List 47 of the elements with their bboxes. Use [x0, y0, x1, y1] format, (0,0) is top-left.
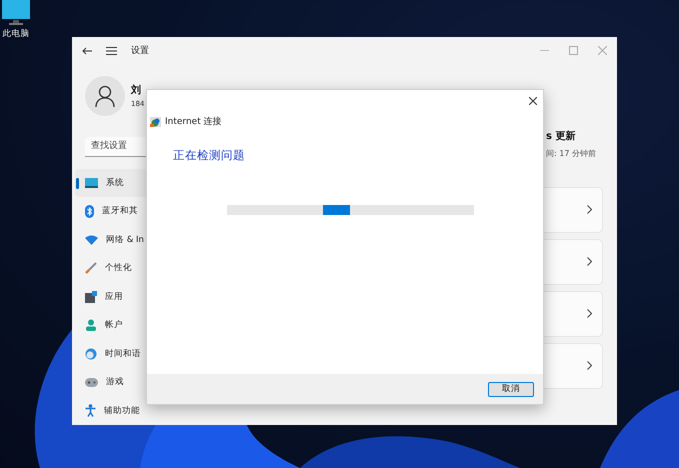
nav-label: 应用 — [105, 290, 123, 303]
dialog-title: Internet 连接 — [165, 116, 222, 128]
nav-label: 帐户 — [105, 319, 123, 332]
cancel-button[interactable]: 取消 — [488, 382, 534, 396]
nav-label: 游戏 — [106, 376, 124, 388]
nav-item[interactable]: 游戏 — [75, 368, 146, 396]
accessibility-icon — [85, 404, 96, 418]
window-title: 设置 — [131, 44, 149, 58]
person-icon — [95, 84, 115, 106]
chevron-right-icon — [587, 309, 592, 318]
nav-item[interactable]: 蓝牙和其 — [75, 197, 146, 226]
close-icon[interactable] — [529, 97, 537, 105]
gamepad-icon — [85, 378, 98, 387]
apps-icon — [85, 290, 97, 303]
chevron-right-icon — [587, 205, 592, 214]
nav-item[interactable]: 应用 — [75, 282, 146, 311]
monitor-icon — [85, 178, 98, 188]
back-arrow-icon[interactable] — [82, 46, 92, 55]
selection-indicator — [76, 178, 79, 188]
wifi-icon — [85, 234, 98, 245]
user-name: 刘 — [131, 83, 142, 97]
nav-item[interactable]: 网络 & In — [75, 226, 146, 254]
nav-item[interactable]: 个性化 — [75, 254, 146, 282]
nav-label: 网络 & In — [106, 234, 144, 246]
nav-label: 辅助功能 — [104, 404, 140, 417]
progress-marquee — [323, 205, 350, 215]
monitor-icon[interactable] — [2, 0, 30, 26]
nav-label: 系统 — [106, 176, 124, 189]
person-icon — [85, 319, 97, 332]
network-globe-icon — [150, 116, 161, 126]
bluetooth-icon — [85, 204, 94, 218]
nav-label: 时间和语 — [105, 348, 141, 360]
update-time: 间: 17 分钟前 — [546, 148, 597, 158]
chevron-right-icon — [587, 257, 592, 266]
menu-icon[interactable] — [106, 46, 117, 55]
status-heading: 正在检测问题 — [173, 148, 246, 163]
desktop-icon-label: 此电脑 — [2, 28, 30, 40]
nav-item[interactable]: 时间和语 — [75, 340, 146, 368]
chevron-right-icon — [587, 361, 592, 370]
update-title: s 更新 — [546, 129, 576, 142]
clock-globe-icon — [85, 348, 97, 360]
nav-label: 蓝牙和其 — [102, 205, 138, 218]
brush-icon — [85, 262, 97, 274]
nav-item[interactable]: 系统 — [75, 168, 146, 197]
nav-item[interactable]: 辅助功能 — [75, 396, 146, 425]
nav-item[interactable]: 帐户 — [75, 311, 146, 340]
nav-label: 个性化 — [105, 262, 132, 274]
